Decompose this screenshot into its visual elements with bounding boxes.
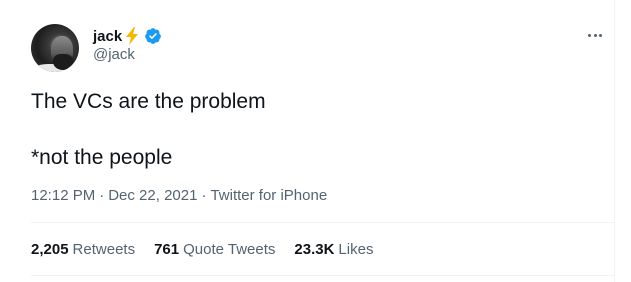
retweets-label: Retweets: [72, 241, 136, 258]
separator-dot: ·: [99, 187, 105, 204]
verified-badge-icon: [145, 28, 162, 44]
name-row: jack: [93, 26, 162, 46]
retweets-count: 2,205: [31, 241, 69, 258]
tweet-card: jack @jack The VCs are the problem *not …: [0, 0, 615, 282]
tweet-source[interactable]: Twitter for iPhone: [210, 187, 327, 204]
likes-count: 23.3K: [294, 241, 335, 258]
display-name[interactable]: jack: [93, 28, 122, 45]
lightning-bolt-icon: [126, 27, 139, 45]
dot: [588, 33, 591, 37]
likes-stat[interactable]: 23.3K Likes: [294, 241, 373, 258]
quote-tweets-count: 761: [154, 241, 180, 258]
tweet-meta: 12:12 PM · Dec 22, 2021 · Twitter for iP…: [31, 187, 327, 204]
tweet-time[interactable]: 12:12 PM: [31, 187, 95, 204]
more-options-icon[interactable]: [586, 26, 604, 44]
engagement-stats: 2,205 Retweets 761 Quote Tweets 23.3K Li…: [31, 241, 373, 258]
tweet-text: The VCs are the problem *not the people: [31, 90, 266, 169]
user-handle[interactable]: @jack: [93, 46, 135, 63]
likes-label: Likes: [338, 241, 374, 258]
separator-dot: ·: [201, 187, 207, 204]
divider: [31, 275, 615, 276]
divider: [31, 222, 615, 223]
dot: [593, 33, 597, 37]
avatar-beard: [53, 54, 73, 70]
tweet-date[interactable]: Dec 22, 2021: [108, 187, 197, 204]
quote-tweets-label: Quote Tweets: [183, 241, 276, 258]
dot: [599, 33, 602, 37]
retweets-stat[interactable]: 2,205 Retweets: [31, 241, 135, 258]
quote-tweets-stat[interactable]: 761 Quote Tweets: [154, 241, 275, 258]
avatar[interactable]: [31, 24, 79, 72]
